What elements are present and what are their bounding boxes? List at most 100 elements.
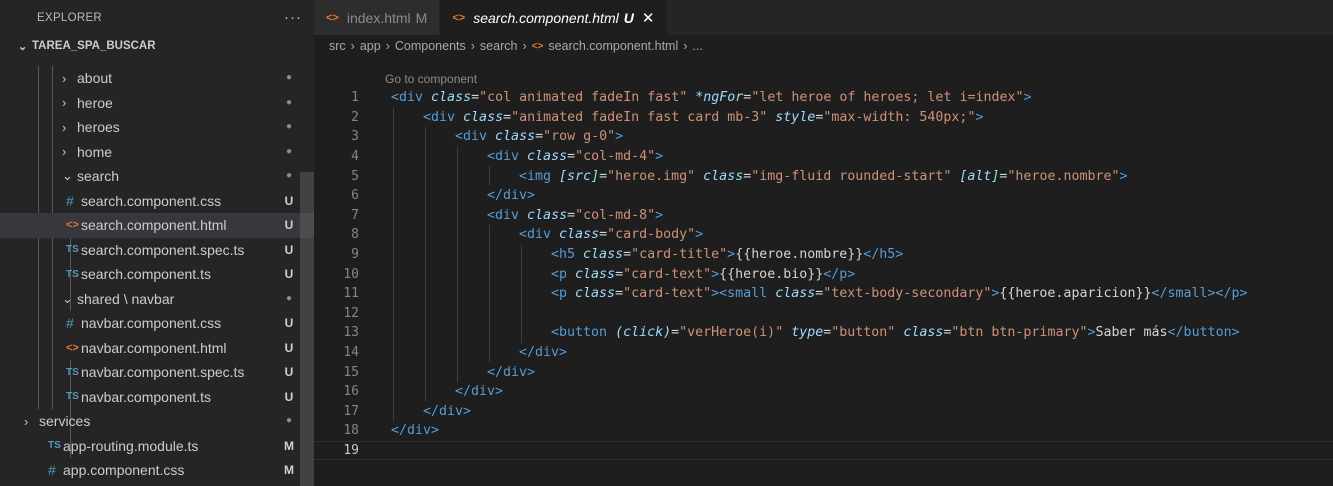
code-line[interactable]: 4 <div class="col-md-4">: [314, 147, 1333, 167]
code-token: >: [655, 207, 664, 223]
code-token: </p>: [823, 266, 856, 282]
line-number: 16: [343, 384, 359, 400]
tree-item-label: navbar.component.html: [81, 339, 227, 356]
code-line[interactable]: 1 <div class="col animated fadeIn fast" *…: [314, 88, 1333, 108]
code-token: "card-text": [623, 286, 712, 302]
tree-item-label: app.component.css: [63, 462, 185, 479]
code-line[interactable]: 13 <button (click)="verHeroe(i)" type="bu…: [314, 323, 1333, 343]
tab-index-html[interactable]: <> index.html M: [314, 0, 441, 35]
tree-folder[interactable]: › heroe ●: [0, 91, 314, 116]
code-line[interactable]: 10 <p class="card-text">{{heroe.bio}}</p>: [314, 264, 1333, 284]
code-text: </div>: [391, 423, 439, 438]
more-actions-icon[interactable]: ···: [284, 9, 302, 26]
line-number: 12: [343, 305, 359, 321]
tree-file[interactable]: TS search.component.spec.ts U: [0, 238, 314, 263]
explorer-header: EXPLORER ···: [0, 0, 314, 35]
code-text: <p class="card-text"><small class="text-…: [551, 286, 1248, 301]
breadcrumb-item[interactable]: src: [329, 39, 346, 53]
code-line[interactable]: 7 <div class="col-md-8">: [314, 206, 1333, 226]
code-token: >: [727, 247, 736, 263]
code-line[interactable]: 11 <p class="card-text"><small class="tex…: [314, 284, 1333, 304]
breadcrumb-separator-icon: ›: [470, 39, 475, 53]
ts-file-icon: TS: [66, 244, 79, 256]
breadcrumb-item[interactable]: search: [480, 39, 518, 53]
tree-file[interactable]: TS navbar.component.spec.ts U: [0, 360, 314, 385]
breadcrumb-item[interactable]: Components: [395, 39, 466, 53]
code-line[interactable]: 14 </div>: [314, 343, 1333, 363]
code-token: class: [559, 227, 600, 243]
tree-file[interactable]: <> navbar.component.html U: [0, 336, 314, 361]
chevron-down-icon: ⌄: [62, 168, 73, 184]
code-token: "button": [831, 325, 896, 341]
tree-folder[interactable]: › about ●: [0, 66, 314, 91]
tree-folder[interactable]: ⌄ shared \ navbar ●: [0, 287, 314, 312]
code-line[interactable]: 15 </div>: [314, 362, 1333, 382]
explorer-title: EXPLORER: [37, 11, 103, 24]
code-editor[interactable]: 1 <div class="col animated fadeIn fast" *…: [314, 88, 1333, 461]
close-icon[interactable]: ✕: [642, 9, 655, 27]
code-token: [src]: [559, 168, 600, 184]
tree-file[interactable]: <> search.component.html U: [0, 213, 314, 238]
tree-item-label: navbar.component.css: [81, 315, 222, 332]
breadcrumb-item[interactable]: ...: [692, 39, 702, 53]
tab-status-badge: M: [415, 9, 428, 26]
tree-folder[interactable]: › heroes ●: [0, 115, 314, 140]
tree-folder[interactable]: › home ●: [0, 140, 314, 165]
code-token: "row g-0": [543, 129, 616, 145]
line-number: 15: [343, 364, 359, 380]
git-status-badge: U: [284, 242, 294, 257]
chevron-right-icon: ›: [62, 70, 67, 86]
code-token: class: [495, 129, 536, 145]
code-text: <div class="col-md-8">: [487, 208, 663, 223]
code-token: =: [623, 247, 632, 263]
tree-item-label: search.component.css: [81, 192, 222, 209]
code-token: =: [503, 109, 512, 125]
code-token: <p: [551, 266, 568, 282]
html-file-icon: <>: [452, 11, 466, 24]
code-line[interactable]: 3 <div class="row g-0">: [314, 127, 1333, 147]
tree-file[interactable]: # search.component.css U: [0, 189, 314, 214]
code-line[interactable]: 8 <div class="card-body">: [314, 225, 1333, 245]
code-text: <p class="card-text">{{heroe.bio}}</p>: [551, 267, 855, 282]
line-number: 19: [343, 442, 359, 458]
code-token: "let heroe of heroes; let i=index": [751, 90, 1024, 106]
modified-dot-icon: ●: [285, 170, 293, 182]
tree-folder[interactable]: ⌄ search ●: [0, 164, 314, 189]
code-line[interactable]: 18 </div>: [314, 421, 1333, 441]
tree-folder[interactable]: › services ●: [0, 409, 314, 434]
code-text: <img [src]="heroe.img" class="img-fluid …: [519, 169, 1128, 184]
workspace-name: TAREA_SPA_BUSCAR: [32, 40, 156, 52]
tree-file[interactable]: TS search.component.ts U: [0, 262, 314, 287]
tree-file[interactable]: # app.component.css M: [0, 458, 314, 483]
code-token: <div: [455, 129, 488, 145]
code-token: =: [535, 129, 544, 145]
codelens-go-to-component[interactable]: Go to component: [385, 72, 477, 86]
code-token: <img: [519, 168, 552, 184]
tree-file[interactable]: # navbar.component.css U: [0, 311, 314, 336]
breadcrumb-item[interactable]: app: [360, 39, 381, 53]
code-line[interactable]: 9 <h5 class="card-title">{{heroe.nombre}}…: [314, 245, 1333, 265]
git-status-badge: M: [284, 463, 294, 478]
code-line[interactable]: 2 <div class="animated fadeIn fast card m…: [314, 108, 1333, 128]
modified-dot-icon: ●: [285, 415, 293, 427]
sidebar-scrollbar[interactable]: [300, 172, 314, 486]
code-line[interactable]: 6 </div>: [314, 186, 1333, 206]
code-line[interactable]: 19: [314, 440, 1333, 461]
tree-file[interactable]: TS app-routing.module.ts M: [0, 434, 314, 459]
code-line[interactable]: 5 <img [src]="heroe.img" class="img-fluid…: [314, 166, 1333, 186]
code-text: <button (click)="verHeroe(i)" type="butt…: [551, 325, 1240, 340]
workspace-header[interactable]: ⌄ TAREA_SPA_BUSCAR: [0, 35, 314, 57]
code-token: {{heroe.bio}}: [719, 266, 824, 282]
code-line[interactable]: 12: [314, 304, 1333, 324]
tree-file[interactable]: TS navbar.component.ts U: [0, 385, 314, 410]
code-token: <h5: [551, 247, 576, 263]
breadcrumb-item[interactable]: search.component.html: [548, 39, 678, 53]
tab-search-component-html[interactable]: <> search.component.html U ✕: [440, 0, 668, 35]
code-line[interactable]: 17 </div>: [314, 402, 1333, 422]
code-line[interactable]: 16 </div>: [314, 382, 1333, 402]
tree-item-label: navbar.component.ts: [81, 388, 211, 405]
